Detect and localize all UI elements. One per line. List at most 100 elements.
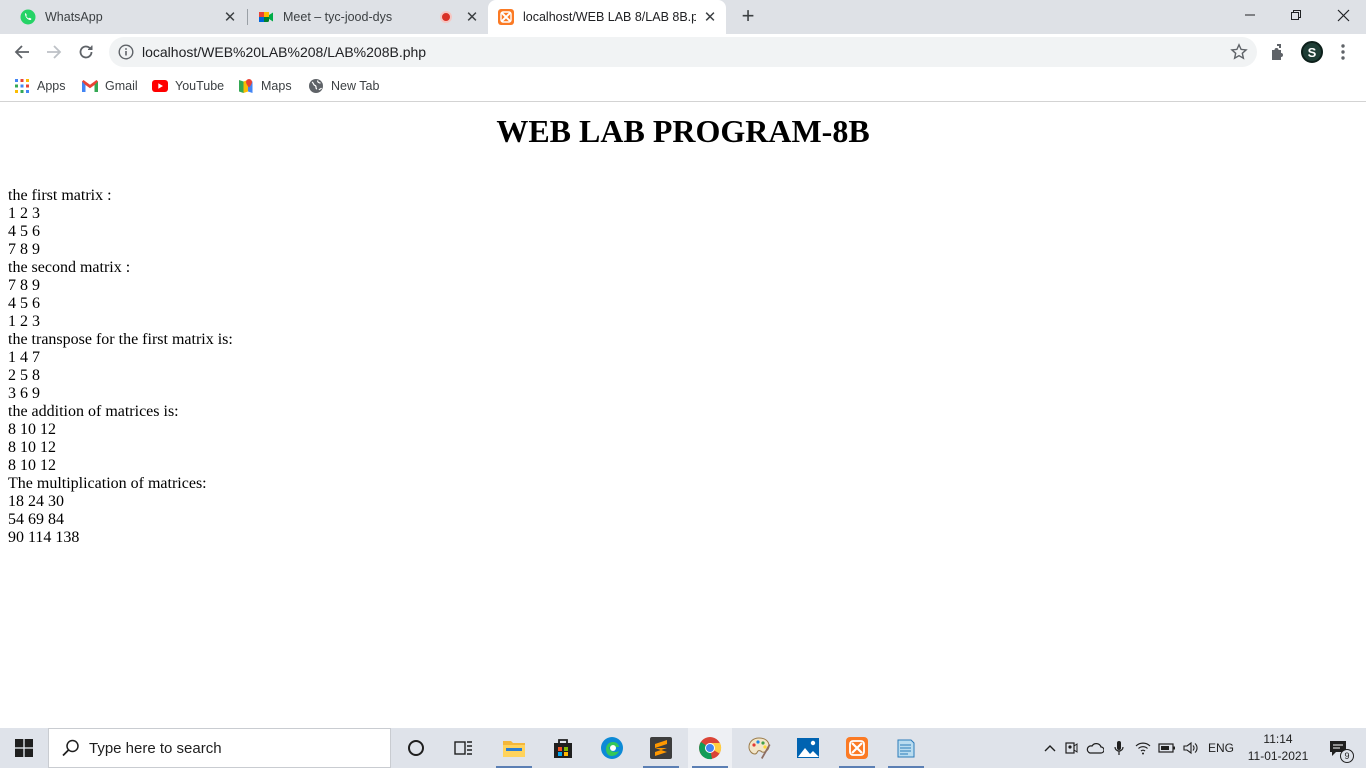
address-bar[interactable]: localhost/WEB%20LAB%208/LAB%208B.php bbox=[109, 37, 1257, 67]
taskbar-edge[interactable] bbox=[590, 728, 634, 768]
tab-meet[interactable]: Meet – tyc-jood-dys ✕ bbox=[250, 0, 486, 34]
notepad-icon bbox=[897, 739, 915, 758]
profile-avatar[interactable]: S bbox=[1301, 41, 1323, 63]
output-line: The multiplication of matrices: bbox=[8, 475, 207, 492]
volume-icon[interactable] bbox=[1179, 741, 1203, 755]
restore-button[interactable] bbox=[1273, 0, 1319, 30]
info-icon[interactable] bbox=[118, 44, 134, 60]
task-view-button[interactable] bbox=[444, 728, 484, 768]
output-line: 1 2 3 bbox=[8, 205, 40, 222]
globe-icon bbox=[308, 78, 324, 94]
output-line: 7 8 9 bbox=[8, 277, 40, 294]
output-line: 4 5 6 bbox=[8, 295, 40, 312]
output-line: the transpose for the first matrix is: bbox=[8, 331, 233, 348]
tab-localhost[interactable]: localhost/WEB LAB 8/LAB 8B.php ✕ bbox=[488, 0, 726, 34]
arrow-left-icon bbox=[14, 45, 29, 59]
input-language[interactable]: ENG bbox=[1203, 741, 1239, 755]
restore-icon bbox=[1291, 10, 1301, 20]
reload-icon bbox=[79, 45, 93, 59]
microphone-icon[interactable] bbox=[1107, 740, 1131, 756]
gmail-icon bbox=[82, 78, 98, 94]
page-heading: WEB LAB PROGRAM-8B bbox=[496, 113, 870, 149]
wifi-icon[interactable] bbox=[1131, 741, 1155, 755]
more-menu-icon[interactable] bbox=[1333, 42, 1353, 62]
output-line: 4 5 6 bbox=[8, 223, 40, 240]
photos-icon bbox=[797, 738, 819, 758]
back-button[interactable] bbox=[8, 38, 36, 66]
tab-title: localhost/WEB LAB 8/LAB 8B.php bbox=[523, 10, 696, 24]
start-button[interactable] bbox=[0, 728, 48, 768]
url-text[interactable]: localhost/WEB%20LAB%208/LAB%208B.php bbox=[142, 44, 426, 60]
matrix-output: the first matrix : 1 2 3 4 5 6 7 8 9 the… bbox=[8, 187, 233, 547]
output-line: 54 69 84 bbox=[8, 511, 64, 528]
bookmark-youtube[interactable]: YouTube bbox=[152, 76, 224, 96]
output-line: 3 6 9 bbox=[8, 385, 40, 402]
bookmark-gmail[interactable]: Gmail bbox=[82, 76, 138, 96]
new-tab-button[interactable]: + bbox=[737, 5, 759, 28]
bookmarks-bar: Apps Gmail YouTube Maps New Tab bbox=[0, 70, 1366, 102]
cortana-circle-icon bbox=[408, 740, 424, 756]
task-view-icon bbox=[454, 741, 472, 755]
chrome-icon bbox=[699, 737, 722, 760]
tab-title: Meet – tyc-jood-dys bbox=[283, 10, 393, 24]
close-icon bbox=[1337, 9, 1349, 21]
action-center-button[interactable]: 9 bbox=[1318, 728, 1358, 768]
close-window-button[interactable] bbox=[1320, 0, 1366, 30]
minimize-icon bbox=[1245, 14, 1255, 16]
bookmark-label: YouTube bbox=[175, 79, 225, 93]
bookmark-star-icon[interactable] bbox=[1230, 43, 1248, 61]
chevron-up-icon[interactable] bbox=[1041, 744, 1059, 752]
paint-palette-icon bbox=[748, 737, 771, 759]
taskbar-photos[interactable] bbox=[786, 728, 830, 768]
reload-button[interactable] bbox=[72, 38, 100, 66]
search-placeholder: Type here to search bbox=[89, 739, 222, 757]
output-line: 90 114 138 bbox=[8, 529, 80, 546]
battery-icon[interactable] bbox=[1155, 743, 1179, 753]
output-line: 8 10 12 bbox=[8, 439, 56, 456]
bookmark-apps[interactable]: Apps bbox=[14, 76, 66, 96]
close-tab-icon[interactable]: ✕ bbox=[464, 9, 480, 26]
bookmark-new-tab[interactable]: New Tab bbox=[308, 76, 379, 96]
store-bag-icon bbox=[554, 739, 572, 758]
meet-now-icon[interactable] bbox=[1059, 740, 1083, 756]
output-line: 8 10 12 bbox=[8, 421, 56, 438]
forward-button[interactable] bbox=[40, 38, 68, 66]
tab-whatsapp[interactable]: WhatsApp ✕ bbox=[12, 0, 244, 34]
tab-title: WhatsApp bbox=[45, 10, 103, 24]
taskbar-chrome[interactable] bbox=[688, 728, 732, 768]
web-page-content: WEB LAB PROGRAM-8B the first matrix : 1 … bbox=[0, 103, 1366, 728]
taskbar-notepad[interactable] bbox=[884, 728, 928, 768]
cortana-button[interactable] bbox=[396, 728, 436, 768]
clock-date: 11-01-2021 bbox=[1247, 749, 1309, 763]
arrow-right-icon bbox=[47, 45, 62, 59]
taskbar-clock[interactable]: 11:14 11-01-2021 bbox=[1245, 731, 1311, 765]
taskbar-xampp[interactable] bbox=[835, 728, 879, 768]
google-meet-icon bbox=[258, 9, 274, 25]
output-line: the second matrix : bbox=[8, 259, 131, 276]
output-line: 1 4 7 bbox=[8, 349, 40, 366]
notification-count-badge: 9 bbox=[1340, 749, 1354, 763]
taskbar-store[interactable] bbox=[541, 728, 585, 768]
recording-indicator-icon bbox=[440, 11, 452, 23]
onedrive-cloud-icon[interactable] bbox=[1083, 742, 1107, 754]
extensions-puzzle-icon[interactable] bbox=[1269, 42, 1289, 62]
taskbar-file-explorer[interactable] bbox=[492, 728, 536, 768]
taskbar-sublime-text[interactable] bbox=[639, 728, 683, 768]
xampp-icon bbox=[846, 737, 868, 759]
close-tab-icon[interactable]: ✕ bbox=[222, 9, 238, 26]
close-tab-icon[interactable]: ✕ bbox=[702, 9, 718, 26]
minimize-button[interactable] bbox=[1227, 0, 1273, 30]
youtube-icon bbox=[152, 78, 168, 94]
browser-toolbar: localhost/WEB%20LAB%208/LAB%208B.php bbox=[0, 34, 1366, 70]
maps-icon bbox=[238, 78, 254, 94]
clock-time: 11:14 bbox=[1263, 732, 1293, 746]
taskbar-paint[interactable] bbox=[737, 728, 781, 768]
search-icon bbox=[62, 739, 79, 757]
bookmark-label: Maps bbox=[261, 79, 292, 93]
bookmark-maps[interactable]: Maps bbox=[238, 76, 292, 96]
folder-icon bbox=[503, 741, 525, 757]
output-line: the addition of matrices is: bbox=[8, 403, 179, 420]
windows-logo-icon bbox=[15, 739, 33, 757]
taskbar-search-box[interactable]: Type here to search bbox=[48, 728, 391, 768]
output-line: 2 5 8 bbox=[8, 367, 40, 384]
